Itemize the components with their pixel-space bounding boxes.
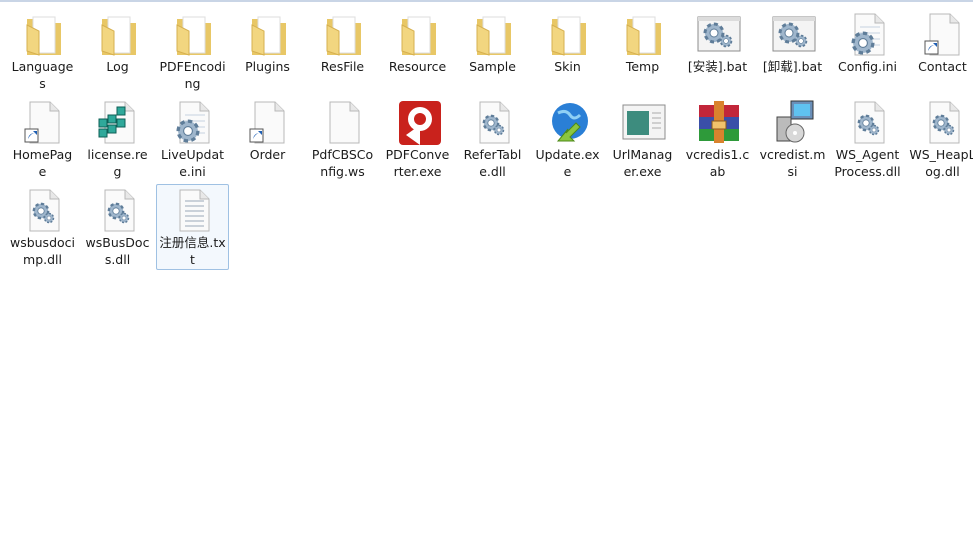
file-icon-view[interactable]: Languages Log PDFEncoding Plugins ResFile Res… (6, 8, 973, 272)
file-item-skin[interactable]: Skin (531, 8, 604, 94)
folder-icon (401, 16, 436, 56)
folder-icon (326, 16, 361, 56)
file-item-pdfconverter-exe[interactable]: PDFConverter.exe (381, 96, 454, 182)
file-item-contact[interactable]: Contact (906, 8, 973, 94)
file-item-vcredis1-cab[interactable]: vcredis1.cab (681, 96, 754, 182)
file-item-sample[interactable]: Sample (456, 8, 529, 94)
file-item-plugins[interactable]: Plugins (231, 8, 304, 94)
file-item-refertable-dll[interactable]: ReferTable.dll (456, 96, 529, 182)
file-name: LiveUpdate.ini (160, 147, 225, 179)
window-icon (622, 104, 666, 140)
folder-icon (26, 16, 61, 56)
file-name: PDFConverter.exe (385, 147, 450, 179)
file-name: WS_AgentProcess.dll (834, 147, 901, 179)
blank-file-icon (329, 101, 360, 144)
file-name: Skin (554, 59, 581, 74)
file-name: Resource (388, 59, 447, 74)
file-item-liveupdate-ini[interactable]: LiveUpdate.ini (156, 96, 229, 182)
file-name: Temp (625, 59, 660, 74)
file-item-pdfcbsconfig-ws[interactable]: PdfCBSConfig.ws (306, 96, 379, 182)
file-name: ReferTable.dll (463, 147, 522, 179)
dll-icon (479, 101, 510, 144)
dll-icon (29, 189, 60, 232)
file-item-homepage[interactable]: HomePage (6, 96, 79, 182)
file-item-urlmanager-exe[interactable]: UrlManager.exe (606, 96, 679, 182)
file-item-bat[interactable]: [卸载].bat (756, 8, 829, 94)
file-item-order[interactable]: Order (231, 96, 304, 182)
file-name: HomePage (12, 147, 73, 179)
file-name: PdfCBSConfig.ws (311, 147, 374, 179)
folder-icon (176, 16, 211, 56)
shortcut-icon (24, 101, 60, 144)
shortcut-icon (249, 101, 285, 144)
file-name: Sample (469, 59, 516, 74)
file-item-pdfencoding[interactable]: PDFEncoding (156, 8, 229, 94)
file-item-license-reg[interactable]: license.reg (81, 96, 154, 182)
dll-icon (854, 101, 885, 144)
settings-file-icon (851, 13, 885, 56)
file-name: Languages (11, 59, 74, 91)
file-item-wsbusdocs-dll[interactable]: wsBusDocs.dll (81, 184, 154, 270)
folder-icon (476, 16, 511, 56)
file-name: Config.ini (838, 59, 897, 74)
file-name: [安装].bat (687, 59, 748, 74)
dll-icon (929, 101, 960, 144)
folder-icon (251, 16, 286, 56)
pdf-converter-icon (399, 101, 441, 145)
file-item-resfile[interactable]: ResFile (306, 8, 379, 94)
installer-icon (776, 100, 814, 143)
settings-file-icon (176, 101, 210, 144)
file-name: WS_HeapLog.dll (909, 147, 973, 179)
file-name: 注册信息.txt (159, 235, 226, 267)
file-item-log[interactable]: Log (81, 8, 154, 94)
archive-icon (699, 101, 739, 143)
file-item-ws-agentprocess-dll[interactable]: WS_AgentProcess.dll (831, 96, 904, 182)
folder-icon (101, 16, 136, 56)
shortcut-icon (924, 13, 960, 56)
file-item-bat[interactable]: [安装].bat (681, 8, 754, 94)
file-name: PDFEncoding (159, 59, 226, 91)
registry-icon (98, 101, 135, 144)
file-item-wsbusdocimp-dll[interactable]: wsbusdocimp.dll (6, 184, 79, 270)
file-name: Update.exe (535, 147, 600, 179)
window-top-border (0, 0, 973, 2)
file-name: [卸载].bat (762, 59, 823, 74)
file-item-ws-heaplog-dll[interactable]: WS_HeapLog.dll (906, 96, 973, 182)
batch-icon (772, 16, 816, 52)
folder-icon (551, 16, 586, 56)
text-file-icon (179, 189, 210, 232)
file-item-temp[interactable]: Temp (606, 8, 679, 94)
file-item-languages[interactable]: Languages (6, 8, 79, 94)
file-name: ResFile (320, 59, 365, 74)
folder-icon (626, 16, 661, 56)
file-name: vcredist.msi (759, 147, 826, 179)
file-name: wsbusdocimp.dll (9, 235, 76, 267)
file-name: license.reg (87, 147, 148, 179)
batch-icon (697, 16, 741, 52)
file-name: Log (106, 59, 129, 74)
file-item-vcredist-msi[interactable]: vcredist.msi (756, 96, 829, 182)
file-name: UrlManager.exe (612, 147, 673, 179)
file-item-txt[interactable]: 注册信息.txt (156, 184, 229, 270)
file-name: Order (249, 147, 286, 162)
file-name: Plugins (245, 59, 290, 74)
globe-icon (552, 103, 588, 142)
file-item-config-ini[interactable]: Config.ini (831, 8, 904, 94)
dll-icon (104, 189, 135, 232)
file-item-update-exe[interactable]: Update.exe (531, 96, 604, 182)
file-name: wsBusDocs.dll (85, 235, 150, 267)
file-name: Contact (918, 59, 967, 74)
file-name: vcredis1.cab (685, 147, 750, 179)
file-item-resource[interactable]: Resource (381, 8, 454, 94)
